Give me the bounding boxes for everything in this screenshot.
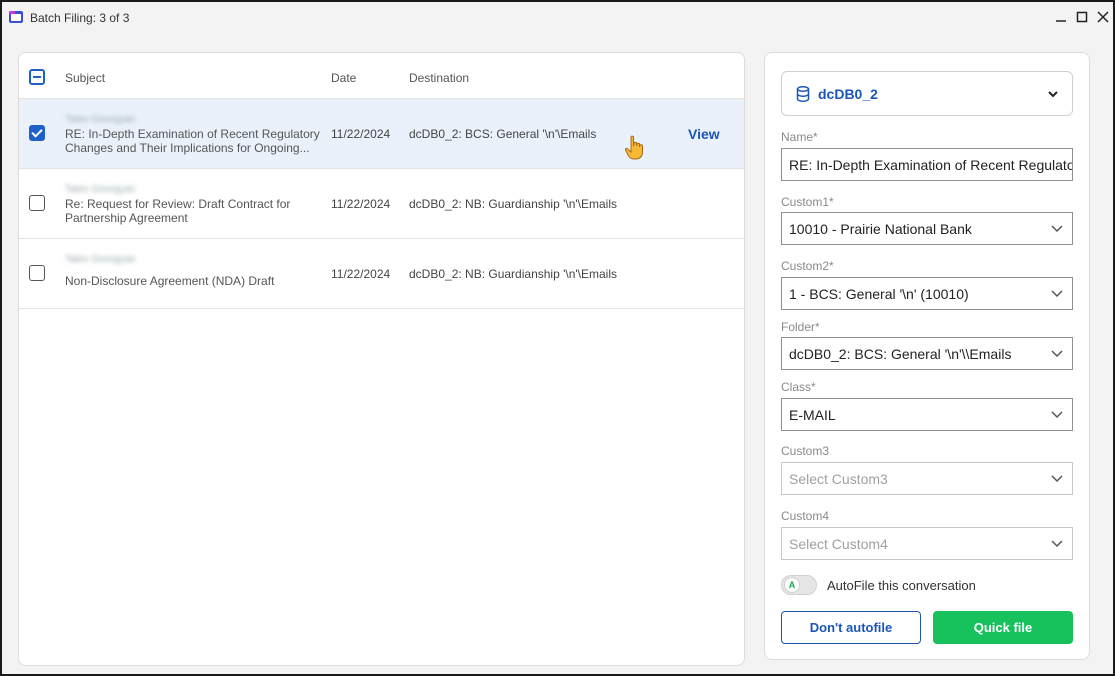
row-subject: Re: Request for Review: Draft Contract f… (65, 197, 291, 225)
row-subject: Non-Disclosure Agreement (NDA) Draft (65, 274, 275, 288)
folder-value: dcDB0_2: BCS: General '\n'\\Emails (789, 346, 1012, 362)
hand-pointer-cursor-icon (624, 135, 643, 160)
autofile-toggle-knob: A (784, 577, 800, 593)
minimize-icon (1056, 20, 1066, 22)
custom3-placeholder: Select Custom3 (789, 471, 888, 487)
class-dropdown[interactable]: E-MAIL (781, 398, 1073, 431)
minimize-button[interactable] (1051, 7, 1071, 27)
row-subject: RE: In-Depth Examination of Recent Regul… (65, 127, 320, 155)
name-label: Name* (781, 130, 818, 144)
chevron-down-icon (1048, 91, 1058, 98)
title-bar: Batch Filing: 3 of 3 (2, 2, 1113, 34)
header-date: Date (331, 71, 357, 85)
custom1-label: Custom1* (781, 195, 834, 209)
custom3-label: Custom3 (781, 444, 830, 458)
header-destination: Destination (409, 71, 470, 85)
class-label: Class* (781, 380, 816, 394)
app-logo-icon (9, 11, 23, 23)
row-date: 11/22/2024 (331, 267, 391, 281)
table-row[interactable]: Tatev Georgyan Non-Disclosure Agreement … (19, 239, 744, 309)
custom1-value: 10010 - Prairie National Bank (789, 221, 972, 237)
chevron-down-icon (1051, 350, 1063, 358)
filing-form-panel: dcDB0_2 Name* RE: In-Depth Examination o… (764, 52, 1090, 660)
folder-dropdown[interactable]: dcDB0_2: BCS: General '\n'\\Emails (781, 337, 1073, 370)
maximize-icon (1076, 11, 1088, 23)
maximize-button[interactable] (1072, 7, 1092, 27)
name-field[interactable]: RE: In-Depth Examination of Recent Regul… (781, 148, 1073, 181)
custom4-label: Custom4 (781, 509, 830, 523)
row-sender: Tatev Georgyan (65, 254, 136, 265)
chevron-down-icon (1051, 411, 1063, 419)
row-checkbox[interactable] (29, 265, 45, 281)
select-all-checkbox[interactable] (29, 69, 45, 85)
autofile-label: AutoFile this conversation (827, 578, 976, 593)
database-name: dcDB0_2 (818, 86, 878, 102)
dont-autofile-button[interactable]: Don't autofile (781, 611, 921, 644)
row-date: 11/22/2024 (331, 197, 391, 211)
custom2-value: 1 - BCS: General '\n' (10010) (789, 286, 969, 302)
row-date: 11/22/2024 (331, 127, 391, 141)
quick-file-button[interactable]: Quick file (933, 611, 1073, 644)
row-sender: Tatev Georgyan (65, 184, 136, 195)
custom4-dropdown[interactable]: Select Custom4 (781, 527, 1073, 560)
name-value: RE: In-Depth Examination of Recent Regul… (789, 157, 1072, 173)
close-icon (1097, 11, 1109, 23)
row-destination: dcDB0_2: BCS: General '\n'\Emails (409, 127, 597, 141)
custom2-dropdown[interactable]: 1 - BCS: General '\n' (10010) (781, 277, 1073, 310)
email-list-panel: Subject Date Destination Tatev Georgyan … (18, 52, 745, 666)
custom4-placeholder: Select Custom4 (789, 536, 888, 552)
header-subject: Subject (65, 71, 106, 85)
chevron-down-icon (1051, 290, 1063, 298)
chevron-down-icon (1051, 540, 1063, 548)
view-link[interactable]: View (688, 126, 720, 142)
row-checkbox[interactable] (29, 125, 45, 141)
table-row[interactable]: Tatev Georgyan Re: Request for Review: D… (19, 169, 744, 239)
chevron-down-icon (1051, 225, 1063, 233)
table-header: Subject Date Destination (19, 53, 744, 99)
batch-filing-window: Batch Filing: 3 of 3 Subject Date Destin… (0, 0, 1115, 676)
row-sender: Tatev Georgyan (65, 114, 136, 125)
database-icon (796, 86, 810, 102)
class-value: E-MAIL (789, 407, 836, 423)
database-dropdown[interactable]: dcDB0_2 (781, 71, 1073, 116)
row-checkbox[interactable] (29, 195, 45, 211)
close-button[interactable] (1093, 7, 1113, 27)
folder-label: Folder* (781, 320, 820, 334)
custom2-label: Custom2* (781, 259, 834, 273)
window-title: Batch Filing: 3 of 3 (30, 11, 130, 25)
row-destination: dcDB0_2: NB: Guardianship '\n'\Emails (409, 197, 618, 211)
autofile-toggle[interactable]: A (781, 575, 817, 595)
custom3-dropdown[interactable]: Select Custom3 (781, 462, 1073, 495)
row-destination: dcDB0_2: NB: Guardianship '\n'\Emails (409, 267, 618, 281)
custom1-dropdown[interactable]: 10010 - Prairie National Bank (781, 212, 1073, 245)
chevron-down-icon (1051, 475, 1063, 483)
